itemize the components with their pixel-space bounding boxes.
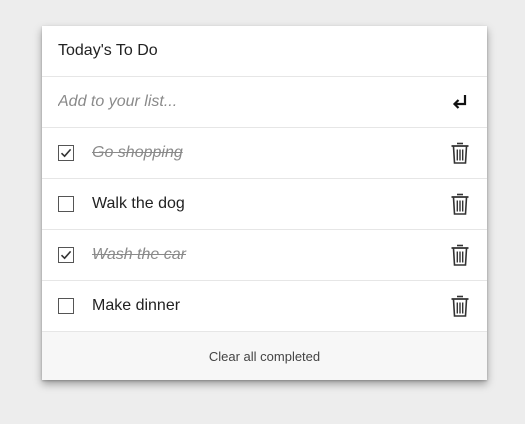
todo-checkbox[interactable] [58,196,74,212]
clear-completed-button[interactable]: Clear all completed [201,345,328,368]
add-item-input[interactable] [58,93,418,111]
list-footer: Clear all completed [42,332,487,380]
todo-checkbox[interactable] [58,145,74,161]
trash-icon[interactable] [448,191,472,217]
trash-icon[interactable] [448,140,472,166]
trash-icon[interactable] [448,242,472,268]
todo-label: Wash the car [92,246,186,263]
todo-checkbox[interactable] [58,298,74,314]
list-title: Today's To Do [58,42,158,59]
list-header: Today's To Do [42,26,487,77]
todo-card: Today's To Do Go shopping Walk the dog Was… [42,26,487,380]
trash-icon[interactable] [448,293,472,319]
todo-label: Go shopping [92,144,183,161]
todo-label: Walk the dog [92,195,185,212]
todo-item: Make dinner [42,281,487,332]
checkmark-icon [60,147,72,159]
todo-item: Walk the dog [42,179,487,230]
checkmark-icon [60,249,72,261]
todo-item: Go shopping [42,128,487,179]
todo-label: Make dinner [92,297,181,314]
todo-checkbox[interactable] [58,247,74,263]
todo-list: Go shopping Walk the dog Wash the car Make … [42,128,487,332]
todo-item: Wash the car [42,230,487,281]
enter-return-icon[interactable] [449,91,471,113]
add-item-row [42,77,487,128]
